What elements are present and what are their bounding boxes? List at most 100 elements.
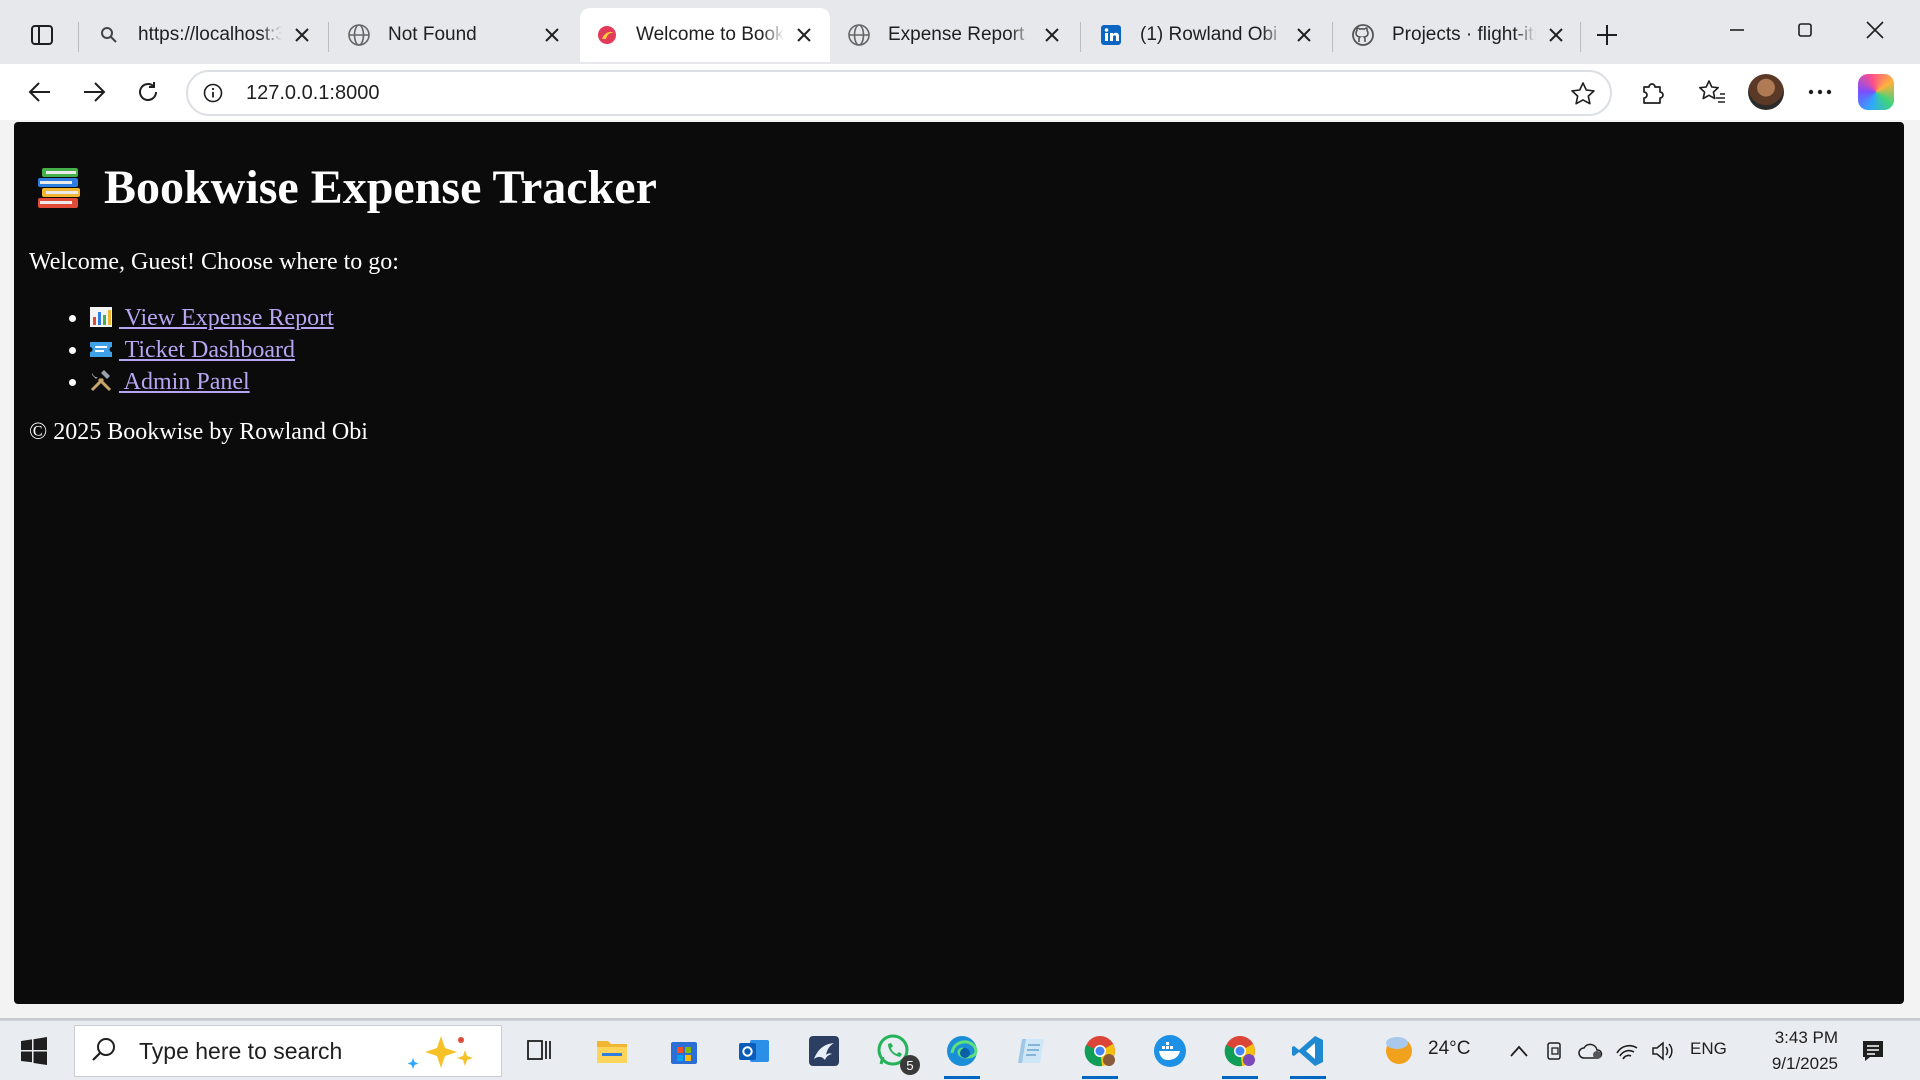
bar-chart-icon (89, 305, 113, 327)
edge-app[interactable] (940, 1029, 984, 1079)
tab-label: Expense Report (888, 24, 1025, 45)
navigation-links: View Expense Report Ticket Dashboard Adm… (89, 302, 334, 398)
page-title-text: Bookwise Expense Tracker (104, 161, 657, 214)
taskbar-search-box[interactable]: Type here to search (74, 1025, 502, 1077)
system-clock[interactable]: 3:43 PM 9/1/2025 (1752, 1025, 1838, 1077)
mysql-workbench-app[interactable] (802, 1029, 846, 1073)
close-window-button[interactable] (1852, 10, 1898, 50)
favorites-button[interactable] (1692, 72, 1732, 112)
github-icon (1350, 22, 1376, 48)
onedrive-icon[interactable] (1578, 1038, 1604, 1064)
restore-icon (1798, 23, 1812, 37)
dolphin-icon (809, 1036, 839, 1066)
volume-icon[interactable] (1650, 1038, 1676, 1064)
browser-window: https://localhost:3000 Not Found Welcome… (0, 0, 1920, 1018)
tab-separator (1580, 22, 1581, 52)
meet-now-icon[interactable] (1542, 1038, 1568, 1064)
back-arrow-icon (28, 82, 50, 102)
globe-icon (846, 22, 872, 48)
site-info-icon[interactable] (200, 83, 226, 103)
chrome-app[interactable] (1078, 1029, 1122, 1079)
globe-icon (346, 22, 372, 48)
plus-icon (1597, 25, 1617, 45)
favorite-star-icon[interactable] (1566, 78, 1600, 110)
task-view-button[interactable] (518, 1029, 562, 1073)
search-icon (91, 1036, 125, 1067)
tab-separator (1080, 22, 1081, 52)
minimize-icon (1730, 29, 1744, 31)
outlook-icon (739, 1040, 769, 1062)
tab-separator (1332, 22, 1333, 52)
chrome-icon (1084, 1036, 1115, 1067)
back-button[interactable] (20, 72, 60, 112)
page-viewport: Bookwise Expense Tracker Welcome, Guest!… (14, 122, 1904, 1004)
close-icon[interactable] (540, 23, 564, 47)
ticket-dashboard-link[interactable]: Ticket Dashboard (89, 337, 295, 363)
tab-github-projects[interactable]: Projects · flight-itinerary (1336, 8, 1582, 62)
notifications-button[interactable] (1858, 1036, 1888, 1066)
whatsapp-app[interactable]: 5 (872, 1029, 920, 1075)
microsoft-store-app[interactable] (662, 1029, 706, 1073)
clock-date: 9/1/2025 (1771, 1054, 1838, 1073)
extensions-button[interactable] (1632, 72, 1672, 112)
tab-expense-report[interactable]: Expense Report (832, 8, 1078, 62)
chrome-profile-app[interactable] (1218, 1029, 1262, 1079)
weather-partly-cloudy-icon (1386, 1037, 1412, 1064)
settings-more-button[interactable] (1800, 72, 1840, 112)
minimize-button[interactable] (1714, 10, 1760, 50)
search-placeholder: Type here to search (139, 1037, 343, 1064)
page-footer: © 2025 Bookwise by Rowland Obi (29, 419, 368, 445)
tab-linkedin[interactable]: (1) Rowland Obi | LinkedIn (1084, 8, 1330, 62)
link-label: Admin Panel (119, 369, 250, 395)
show-hidden-icons-button[interactable] (1506, 1038, 1532, 1064)
view-expense-report-link[interactable]: View Expense Report (89, 305, 334, 331)
store-icon (671, 1042, 697, 1064)
puzzle-icon (1643, 83, 1664, 104)
refresh-button[interactable] (128, 72, 168, 112)
windows-logo-icon (21, 1037, 47, 1065)
chevron-up-icon (1510, 1045, 1528, 1057)
folder-icon (597, 1041, 627, 1063)
close-icon[interactable] (1292, 23, 1316, 47)
file-explorer-app[interactable] (590, 1029, 634, 1073)
tab-welcome-bookwise[interactable]: Welcome to Bookwise (580, 8, 830, 62)
list-item: View Expense Report (89, 302, 334, 334)
admin-panel-link[interactable]: Admin Panel (89, 369, 250, 395)
outlook-app[interactable] (732, 1029, 776, 1073)
more-dots-icon (1808, 89, 1832, 95)
address-bar[interactable]: 127.0.0.1:8000 (186, 70, 1612, 116)
sidebar-layout-icon (31, 25, 53, 45)
wifi-icon[interactable] (1614, 1038, 1640, 1064)
maximize-button[interactable] (1782, 10, 1828, 50)
forward-button[interactable] (74, 72, 114, 112)
search-icon (96, 22, 122, 48)
tab-label: https://localhost:3000 (138, 24, 282, 45)
tab-localhost[interactable]: https://localhost:3000 (82, 8, 328, 62)
notepad-icon (1018, 1039, 1044, 1063)
close-icon[interactable] (1040, 23, 1064, 47)
input-language[interactable]: ENG (1690, 1039, 1727, 1059)
docker-app[interactable] (1148, 1029, 1192, 1073)
new-tab-button[interactable] (1590, 18, 1624, 52)
weather-temperature[interactable]: 24°C (1428, 1038, 1470, 1060)
vscode-app[interactable] (1286, 1029, 1330, 1079)
close-icon[interactable] (792, 23, 816, 47)
tools-icon (89, 369, 113, 392)
sparkle-icon (403, 1034, 483, 1077)
tab-not-found[interactable]: Not Found (332, 8, 578, 62)
vscode-icon (1292, 1036, 1323, 1066)
url-text[interactable]: 127.0.0.1:8000 (246, 82, 379, 105)
close-icon[interactable] (1544, 23, 1568, 47)
tab-separator (328, 22, 329, 52)
forward-arrow-icon (84, 82, 106, 102)
tab-actions-button[interactable] (22, 20, 62, 50)
start-button[interactable] (20, 1037, 48, 1065)
task-view-icon (527, 1040, 551, 1060)
link-label: View Expense Report (119, 305, 334, 331)
copilot-icon[interactable] (1858, 74, 1894, 110)
close-icon[interactable] (290, 23, 314, 47)
tab-label: Not Found (388, 24, 477, 45)
weather-widget[interactable] (1380, 1033, 1420, 1067)
profile-avatar[interactable] (1748, 74, 1784, 110)
notepad-app[interactable] (1010, 1029, 1054, 1073)
